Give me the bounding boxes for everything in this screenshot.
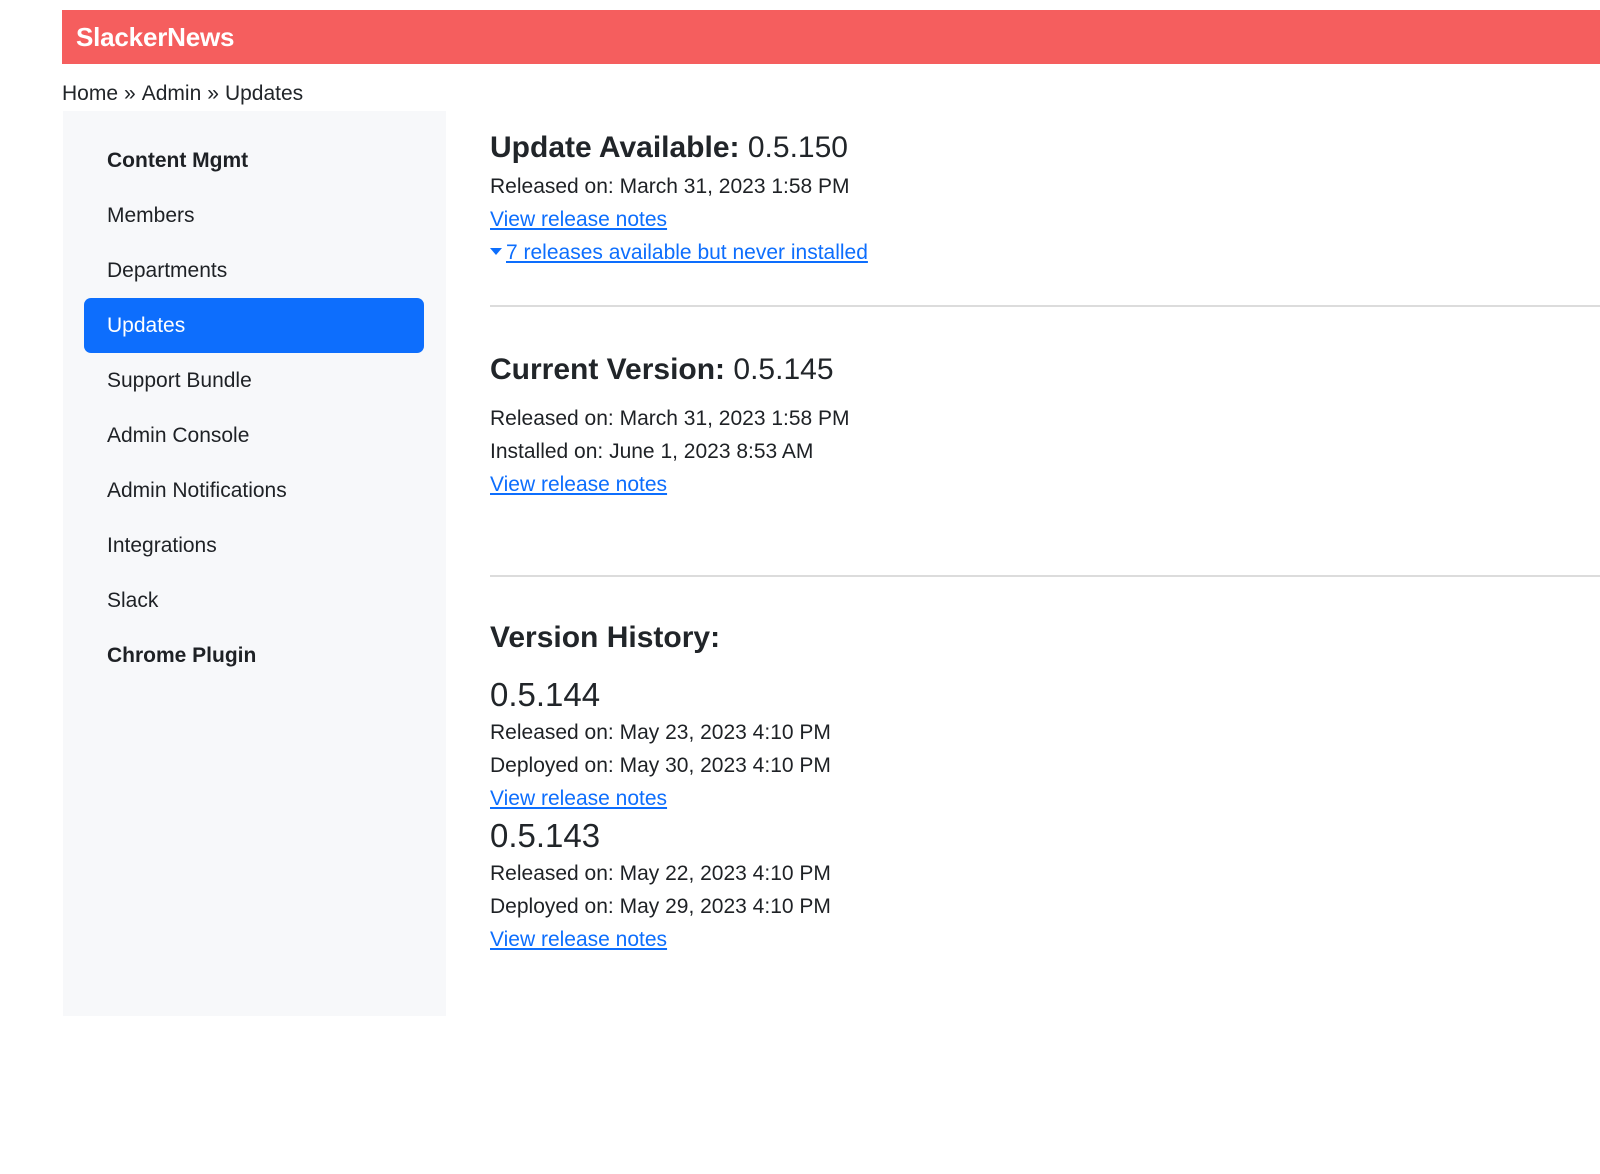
sidebar-item-updates[interactable]: Updates xyxy=(84,298,424,353)
history-version-number: 0.5.143 xyxy=(490,817,601,854)
update-available-section: Update Available: 0.5.150 Released on: M… xyxy=(490,126,868,269)
sidebar-item-chrome-plugin[interactable]: Chrome Plugin xyxy=(84,628,424,683)
history-release-notes-link[interactable]: View release notes xyxy=(490,923,667,956)
version-history-entry: 0.5.143 Released on: May 22, 2023 4:10 P… xyxy=(490,815,831,956)
sidebar-item-integrations[interactable]: Integrations xyxy=(84,518,424,573)
caret-down-icon xyxy=(490,247,502,255)
history-deployed-date: Deployed on: May 29, 2023 4:10 PM xyxy=(490,895,831,918)
brand-logo-link[interactable]: SlackerNews xyxy=(76,22,234,53)
breadcrumb-admin[interactable]: Admin xyxy=(142,82,202,106)
update-available-label: Update Available: xyxy=(490,131,740,164)
breadcrumb-home[interactable]: Home xyxy=(62,82,118,106)
update-available-heading: Update Available: 0.5.150 xyxy=(490,126,868,170)
current-version-label: Current Version: xyxy=(490,353,726,386)
breadcrumb-separator: » xyxy=(207,82,219,105)
section-divider xyxy=(490,305,1600,307)
admin-sidebar: Content Mgmt Members Departments Updates… xyxy=(63,111,446,1016)
history-released-date: Released on: May 23, 2023 4:10 PM xyxy=(490,721,831,744)
section-divider xyxy=(490,575,1600,577)
sidebar-item-support-bundle[interactable]: Support Bundle xyxy=(84,353,424,408)
version-history-section: Version History: 0.5.144 Released on: Ma… xyxy=(490,616,831,956)
breadcrumb-updates: Updates xyxy=(224,82,304,105)
pending-releases-label: 7 releases available but never installed xyxy=(506,241,868,264)
sidebar-item-members[interactable]: Members xyxy=(84,188,424,243)
current-version-number: 0.5.145 xyxy=(733,353,834,386)
current-released-date: Released on: March 31, 2023 1:58 PM xyxy=(490,407,850,430)
update-released-date: Released on: March 31, 2023 1:58 PM xyxy=(490,175,850,198)
current-installed-date: Installed on: June 1, 2023 8:53 AM xyxy=(490,440,814,463)
version-history-entry: 0.5.144 Released on: May 23, 2023 4:10 P… xyxy=(490,674,831,815)
sidebar-item-departments[interactable]: Departments xyxy=(84,243,424,298)
current-version-section: Current Version: 0.5.145 Released on: Ma… xyxy=(490,348,850,501)
history-version-number: 0.5.144 xyxy=(490,676,601,713)
update-release-notes-link[interactable]: View release notes xyxy=(490,203,667,236)
history-release-notes-link[interactable]: View release notes xyxy=(490,782,667,815)
pending-releases-toggle[interactable]: 7 releases available but never installed xyxy=(490,236,868,269)
sidebar-item-admin-console[interactable]: Admin Console xyxy=(84,408,424,463)
current-release-notes-link[interactable]: View release notes xyxy=(490,468,667,501)
current-version-heading: Current Version: 0.5.145 xyxy=(490,348,850,392)
sidebar-item-admin-notifications[interactable]: Admin Notifications xyxy=(84,463,424,518)
breadcrumb: Home » Admin » Updates xyxy=(62,82,303,106)
sidebar-item-content-mgmt[interactable]: Content Mgmt xyxy=(84,133,424,188)
history-deployed-date: Deployed on: May 30, 2023 4:10 PM xyxy=(490,754,831,777)
history-released-date: Released on: May 22, 2023 4:10 PM xyxy=(490,862,831,885)
top-navbar: SlackerNews xyxy=(62,10,1600,64)
sidebar-item-slack[interactable]: Slack xyxy=(84,573,424,628)
version-history-heading: Version History: xyxy=(490,621,721,654)
breadcrumb-separator: » xyxy=(124,82,136,105)
update-available-version: 0.5.150 xyxy=(747,131,848,164)
